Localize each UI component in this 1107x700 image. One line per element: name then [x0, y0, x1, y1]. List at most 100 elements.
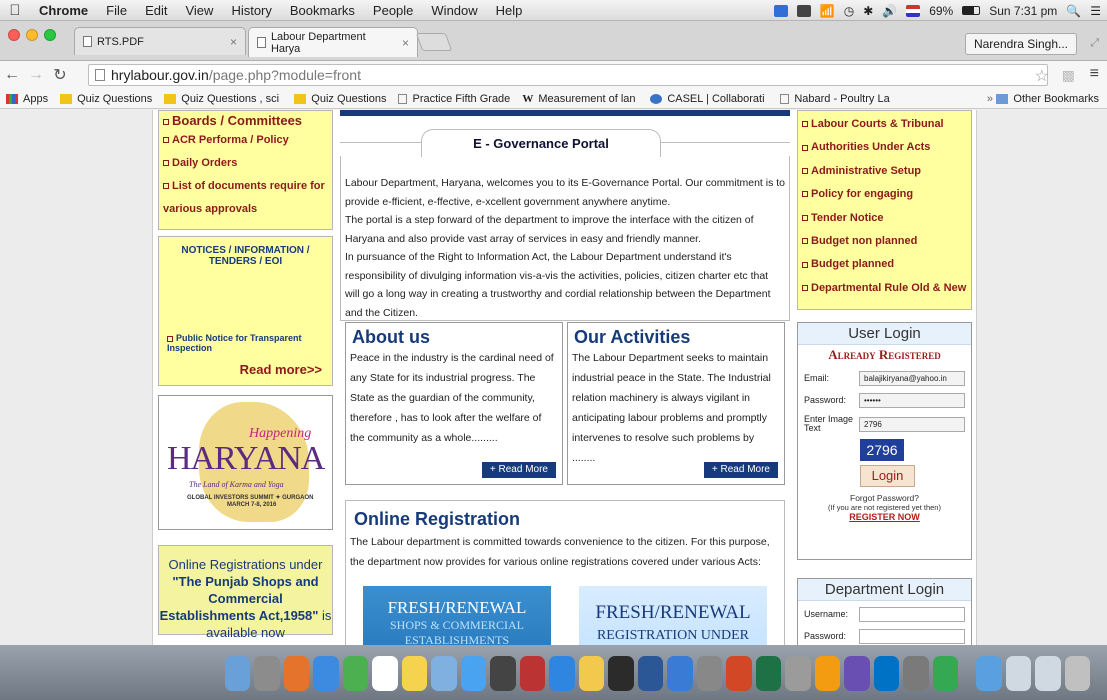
- link-various-approvals[interactable]: various approvals: [163, 198, 328, 221]
- photos-icon[interactable]: [814, 655, 841, 691]
- bookmark-star-icon[interactable]: ☆: [1035, 66, 1049, 86]
- downloads-icon[interactable]: [1035, 655, 1061, 691]
- fullscreen-icon[interactable]: ⤢: [1090, 37, 1099, 50]
- profile-button[interactable]: Narendra Singh...: [964, 33, 1077, 55]
- safari-icon[interactable]: [313, 655, 339, 691]
- excel-icon[interactable]: [755, 655, 782, 691]
- happening-haryana-banner[interactable]: Happening HARYANA The Land of Karma and …: [158, 395, 333, 530]
- stocks-icon[interactable]: [608, 655, 634, 691]
- screenshot-icon[interactable]: [696, 655, 723, 691]
- about-read-more-button[interactable]: + Read More: [481, 462, 556, 478]
- reload-icon[interactable]: ↻: [48, 65, 72, 85]
- bookmark-link[interactable]: Nabard - Poultry La: [774, 93, 906, 105]
- forgot-password-link[interactable]: Forgot Password?: [798, 487, 971, 503]
- photo-booth-icon[interactable]: [519, 655, 546, 691]
- chrome-menu-icon[interactable]: ≡: [1090, 65, 1099, 83]
- link-budget-planned[interactable]: Budget planned: [802, 253, 967, 276]
- wifi-icon[interactable]: 📶: [820, 4, 835, 18]
- link-departmental-rules[interactable]: Departmental Rule Old & New: [802, 277, 967, 300]
- read-more-link[interactable]: Read more>>: [240, 362, 322, 377]
- forward-icon[interactable]: →: [24, 66, 48, 84]
- menu-edit[interactable]: Edit: [136, 3, 176, 18]
- input-flag-icon[interactable]: [906, 4, 921, 17]
- finder-icon[interactable]: [225, 655, 251, 691]
- documents-icon[interactable]: [1005, 655, 1032, 691]
- dept-password-field[interactable]: [859, 628, 965, 644]
- other-bookmarks[interactable]: Other Bookmarks: [990, 93, 1105, 105]
- link-list-of-documents[interactable]: List of documents require for: [163, 175, 328, 198]
- trash-icon[interactable]: [1064, 655, 1091, 691]
- volume-icon[interactable]: 🔊: [882, 4, 897, 18]
- link-budget-non-planned[interactable]: Budget non planned: [802, 230, 967, 253]
- register-now-link[interactable]: REGISTER NOW: [798, 512, 971, 522]
- menu-help[interactable]: Help: [487, 3, 532, 18]
- system-prefs-icon[interactable]: [903, 655, 929, 691]
- close-tab-icon[interactable]: ×: [402, 36, 409, 50]
- spotlight-icon[interactable]: 🔍: [1066, 4, 1081, 18]
- minimize-window-icon[interactable]: [26, 29, 38, 41]
- folder-icon[interactable]: [976, 655, 1002, 691]
- battery-percent[interactable]: 69%: [929, 4, 953, 18]
- menu-window[interactable]: Window: [422, 3, 486, 18]
- status-extension-icon[interactable]: [796, 4, 811, 17]
- link-labour-courts[interactable]: Labour Courts & Tribunal: [802, 113, 967, 136]
- bookmark-link[interactable]: Practice Fifth Grade: [392, 93, 516, 105]
- login-button[interactable]: Login: [860, 465, 915, 487]
- menu-people[interactable]: People: [364, 3, 422, 18]
- username-field[interactable]: [859, 606, 965, 622]
- fresh-renewal-shops-button[interactable]: FRESH/RENEWAL SHOPS & COMMERCIAL ESTABLI…: [363, 586, 551, 645]
- app-store-icon[interactable]: [549, 655, 575, 691]
- dropbox-icon[interactable]: [773, 4, 788, 17]
- apple-menu-icon[interactable]: : [0, 2, 30, 19]
- bluetooth-icon[interactable]: ✱: [863, 4, 873, 18]
- time-machine-icon[interactable]: ◷: [844, 4, 854, 18]
- link-policy-engaging[interactable]: Policy for engaging: [802, 183, 967, 206]
- messages-icon[interactable]: [460, 655, 487, 691]
- link-authorities[interactable]: Authorities Under Acts: [802, 136, 967, 159]
- facetime-icon[interactable]: [490, 655, 516, 691]
- settings-icon[interactable]: [785, 655, 811, 691]
- link-tender-notice[interactable]: Tender Notice: [802, 207, 967, 230]
- menu-history[interactable]: History: [222, 3, 280, 18]
- zoom-window-icon[interactable]: [44, 29, 56, 41]
- sketch-icon[interactable]: [578, 655, 605, 691]
- bookmark-folder[interactable]: Quiz Questions: [288, 93, 392, 105]
- firefox-icon[interactable]: [283, 655, 310, 691]
- password-field[interactable]: ••••••: [859, 392, 965, 408]
- image-text-field[interactable]: 2796: [859, 416, 965, 432]
- tab-rts-pdf[interactable]: RTS.PDF ×: [74, 27, 246, 55]
- new-tab-button[interactable]: [415, 33, 453, 51]
- notes-icon[interactable]: [401, 655, 428, 691]
- word-icon[interactable]: [637, 655, 664, 691]
- notice-item[interactable]: Public Notice for Transparent Inspection: [167, 333, 327, 353]
- bookmark-link[interactable]: CASEL | Collaborati: [644, 93, 774, 105]
- notification-center-icon[interactable]: ☰: [1090, 4, 1101, 18]
- bookmark-folder[interactable]: Quiz Questions , sci: [158, 93, 288, 105]
- tab-labour-department[interactable]: Labour Department Harya ×: [248, 27, 418, 57]
- link-administrative-setup[interactable]: Administrative Setup: [802, 160, 967, 183]
- preview-icon[interactable]: [431, 655, 457, 691]
- link-boards-committees[interactable]: Boards / Committees: [163, 113, 328, 129]
- powerpoint-icon[interactable]: [726, 655, 752, 691]
- app-menu-chrome[interactable]: Chrome: [30, 3, 97, 18]
- menu-file[interactable]: File: [97, 3, 136, 18]
- menu-bookmarks[interactable]: Bookmarks: [281, 3, 364, 18]
- menu-view[interactable]: View: [176, 3, 222, 18]
- bookmark-apps[interactable]: Apps: [0, 93, 54, 105]
- online-registration-promo[interactable]: Online Registrations under "The Punjab S…: [158, 545, 333, 640]
- address-bar[interactable]: hrylabour.gov.in/page.php?module=front: [88, 64, 1048, 86]
- back-icon[interactable]: ←: [0, 66, 24, 84]
- bookmark-folder[interactable]: Quiz Questions: [54, 93, 158, 105]
- close-window-icon[interactable]: [8, 29, 20, 41]
- imovie-icon[interactable]: [844, 655, 870, 691]
- extension-icon[interactable]: ▩: [1062, 67, 1075, 84]
- keynote-icon[interactable]: [667, 655, 693, 691]
- chrome-icon[interactable]: [342, 655, 369, 691]
- email-field[interactable]: balajikiryana@yahoo.in: [859, 370, 965, 386]
- close-tab-icon[interactable]: ×: [230, 35, 237, 49]
- fresh-renewal-registration-button[interactable]: FRESH/RENEWAL REGISTRATION UNDER: [579, 586, 767, 645]
- activities-read-more-button[interactable]: + Read More: [703, 462, 778, 478]
- calendar-icon[interactable]: [372, 655, 398, 691]
- chrome-2-icon[interactable]: [932, 655, 959, 691]
- bookmark-link[interactable]: W Measurement of lan: [516, 93, 644, 105]
